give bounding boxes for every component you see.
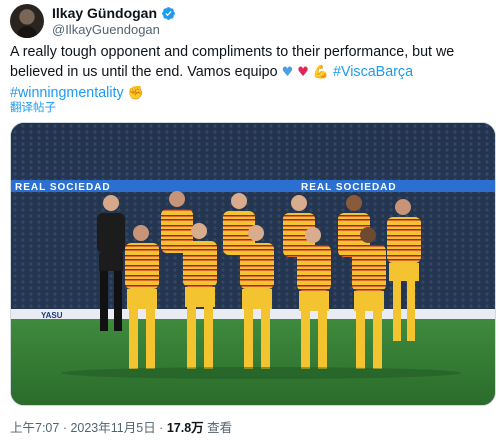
blue-heart-icon: ♥	[281, 65, 294, 80]
verified-badge-icon	[162, 6, 175, 20]
tweet-media-photo[interactable]: REAL SOCIEDAD REAL SOCIEDAD YASU	[10, 122, 496, 406]
tweet-meta: 上午7:07 · 2023年11月5日 · 17.8万 查看	[10, 417, 232, 436]
translate-post-link[interactable]: 翻译帖子	[10, 99, 56, 115]
ad-board-text: YASU	[41, 311, 63, 320]
meta-separator: ·	[59, 421, 71, 435]
tweet-text: A really tough opponent and compliments …	[10, 42, 492, 104]
views-label: 查看	[203, 421, 233, 435]
hashtag-viscabarca[interactable]: #ViscaBarça	[333, 64, 413, 80]
tweet-date[interactable]: 2023年11月5日	[70, 421, 155, 435]
team-photo-illustration: REAL SOCIEDAD REAL SOCIEDAD YASU	[11, 123, 495, 405]
author-handle[interactable]: @IlkayGuendogan	[52, 22, 160, 37]
author-avatar[interactable]	[10, 4, 44, 38]
banner-text-left: REAL SOCIEDAD	[15, 182, 111, 193]
name-line: Ilkay Gündogan	[52, 5, 176, 21]
fist-bump-icon: ✊	[127, 86, 144, 101]
banner-text-right: REAL SOCIEDAD	[301, 182, 397, 193]
red-heart-icon: ♥	[297, 65, 309, 80]
meta-separator-2: ·	[155, 421, 167, 435]
author-display-name[interactable]: Ilkay Gündogan	[52, 5, 157, 21]
views-count: 17.8万	[166, 421, 204, 435]
flexed-biceps-icon: 💪	[312, 65, 330, 80]
tweet-time[interactable]: 上午7:07	[10, 421, 59, 435]
pitch	[11, 319, 495, 405]
tweet-header: Ilkay Gündogan @IlkayGuendogan	[10, 4, 490, 38]
